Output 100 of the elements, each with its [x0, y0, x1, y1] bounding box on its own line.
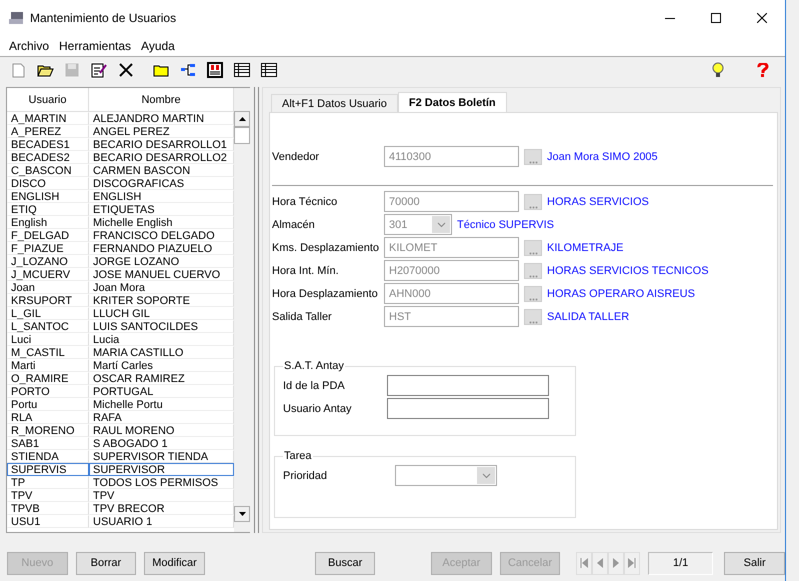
- table-cell[interactable]: OSCAR RAMIREZ: [89, 372, 234, 385]
- last-record-icon: [628, 558, 636, 568]
- table-cell[interactable]: J_MCUERV: [7, 268, 89, 281]
- table-cell[interactable]: USU1: [7, 515, 89, 528]
- table-cell[interactable]: S ABOGADO 1: [89, 437, 234, 450]
- table-cell[interactable]: M_CASTIL: [7, 346, 89, 359]
- tab[interactable]: F2 Datos Boletín: [398, 92, 507, 112]
- table-cell[interactable]: PORTUGAL: [89, 385, 234, 398]
- table-cell[interactable]: SUPERVISOR TIENDA: [89, 450, 234, 463]
- table-cell[interactable]: TPVB: [7, 502, 89, 515]
- table-cell[interactable]: JORGE LOZANO: [89, 255, 234, 268]
- table-cell[interactable]: STIENDA: [7, 450, 89, 463]
- table-cell[interactable]: RAFA: [89, 411, 234, 424]
- table-cell[interactable]: TODOS LOS PERMISOS: [89, 476, 234, 489]
- app-icon: [8, 11, 24, 25]
- table-cell[interactable]: Michelle Portu: [89, 398, 234, 411]
- scrollbar[interactable]: [234, 88, 250, 532]
- action-button[interactable]: Modificar: [144, 552, 205, 574]
- scrollbar-thumb[interactable]: [234, 127, 250, 144]
- new-document-icon[interactable]: [12, 62, 24, 78]
- action-button[interactable]: Borrar: [76, 552, 136, 574]
- table-cell[interactable]: R_MORENO: [7, 424, 89, 437]
- table-cell[interactable]: DISCO: [7, 177, 89, 190]
- field-label: Hora Técnico: [272, 196, 338, 208]
- table-cell[interactable]: LLUCH GIL: [89, 307, 234, 320]
- table-cell[interactable]: ENGLISH: [89, 190, 234, 203]
- table-cell[interactable]: A_PEREZ: [7, 125, 89, 138]
- folder-icon[interactable]: [153, 64, 169, 76]
- table-cell[interactable]: USUARIO 1: [89, 515, 234, 528]
- previous-icon: [597, 558, 604, 568]
- group-title: S.A.T. Antay: [283, 360, 345, 372]
- field-label: Usuario Antay: [283, 402, 352, 414]
- table-cell[interactable]: KRSUPORT: [7, 294, 89, 307]
- column-header[interactable]: Usuario: [7, 88, 89, 111]
- ellipsis-icon: [528, 160, 538, 164]
- table-cell[interactable]: DISCOGRAFICAS: [89, 177, 234, 190]
- table-cell[interactable]: Michelle English: [89, 216, 234, 229]
- table-cell[interactable]: LUIS SANTOCILDES: [89, 320, 234, 333]
- table-cell[interactable]: SUPERVIS: [7, 463, 89, 476]
- record-counter: 1/1: [648, 552, 714, 574]
- table-cell[interactable]: Luci: [7, 333, 89, 346]
- table-cell[interactable]: RAUL MORENO: [89, 424, 234, 437]
- chevron-down-icon: [482, 472, 490, 478]
- table-cell[interactable]: ANGEL PEREZ: [89, 125, 234, 138]
- input-field[interactable]: [387, 398, 549, 419]
- menu-item[interactable]: Archivo: [4, 39, 54, 53]
- table-cell[interactable]: ENGLISH: [7, 190, 89, 203]
- input-field[interactable]: [387, 375, 549, 396]
- table-cell[interactable]: L_GIL: [7, 307, 89, 320]
- table-cell[interactable]: F_PIAZUE: [7, 242, 89, 255]
- table-cell[interactable]: Joan Mora: [89, 281, 234, 294]
- group-title: Tarea: [283, 450, 313, 462]
- table-cell[interactable]: FRANCISCO DELGADO: [89, 229, 234, 242]
- table-cell[interactable]: TP: [7, 476, 89, 489]
- table-cell[interactable]: O_RAMIRE: [7, 372, 89, 385]
- lightbulb-icon[interactable]: [710, 62, 726, 78]
- tab[interactable]: Alt+F1 Datos Usuario: [271, 94, 398, 112]
- table-cell[interactable]: TPV BRECOR: [89, 502, 234, 515]
- table-cell[interactable]: J_LOZANO: [7, 255, 89, 268]
- table-cell[interactable]: ETIQ: [7, 203, 89, 216]
- scroll-up-icon[interactable]: [238, 117, 246, 121]
- table-cell[interactable]: FERNANDO PIAZUELO: [89, 242, 234, 255]
- menu-item[interactable]: Ayuda: [136, 39, 180, 53]
- table-cell[interactable]: MARIA CASTILLO: [89, 346, 234, 359]
- menu-item[interactable]: Herramientas: [54, 39, 136, 53]
- help-icon[interactable]: [756, 63, 770, 77]
- exit-button[interactable]: Salir: [724, 552, 785, 574]
- close-icon[interactable]: [757, 13, 767, 23]
- table-cell[interactable]: Martí Carles: [89, 359, 234, 372]
- table-cell[interactable]: C_BASCON: [7, 164, 89, 177]
- table-cell[interactable]: BECARIO DESARROLLO2: [89, 151, 234, 164]
- table-cell[interactable]: L_SANTOC: [7, 320, 89, 333]
- field-label: Almacén: [272, 218, 316, 230]
- table-cell[interactable]: Portu: [7, 398, 89, 411]
- chevron-down-icon: [436, 222, 446, 228]
- table-cell[interactable]: TPV: [89, 489, 234, 502]
- ellipsis-icon: [528, 274, 538, 278]
- table-cell[interactable]: ALEJANDRO MARTIN: [89, 112, 234, 125]
- table-cell[interactable]: ETIQUETAS: [89, 203, 234, 216]
- table-cell[interactable]: SAB1: [7, 437, 89, 450]
- table-cell[interactable]: Joan: [7, 281, 89, 294]
- table-cell[interactable]: SUPERVISOR: [89, 463, 234, 476]
- table-cell[interactable]: BECADES2: [7, 151, 89, 164]
- table-cell[interactable]: JOSE MANUEL CUERVO: [89, 268, 234, 281]
- scroll-down-icon[interactable]: [238, 512, 246, 516]
- table-cell[interactable]: PORTO: [7, 385, 89, 398]
- table-cell[interactable]: CARMEN BASCON: [89, 164, 234, 177]
- table-cell[interactable]: English: [7, 216, 89, 229]
- table-cell[interactable]: TPV: [7, 489, 89, 502]
- table-cell[interactable]: Marti: [7, 359, 89, 372]
- table-cell[interactable]: KRITER SOPORTE: [89, 294, 234, 307]
- search-button[interactable]: Buscar: [314, 552, 376, 574]
- table-cell[interactable]: BECARIO DESARROLLO1: [89, 138, 234, 151]
- table-cell[interactable]: RLA: [7, 411, 89, 424]
- table-cell[interactable]: A_MARTIN: [7, 112, 89, 125]
- maximize-icon[interactable]: [711, 13, 721, 23]
- field-label: Prioridad: [283, 470, 328, 482]
- table-cell[interactable]: F_DELGAD: [7, 229, 89, 242]
- table-cell[interactable]: BECADES1: [7, 138, 89, 151]
- table-cell[interactable]: Lucia: [89, 333, 234, 346]
